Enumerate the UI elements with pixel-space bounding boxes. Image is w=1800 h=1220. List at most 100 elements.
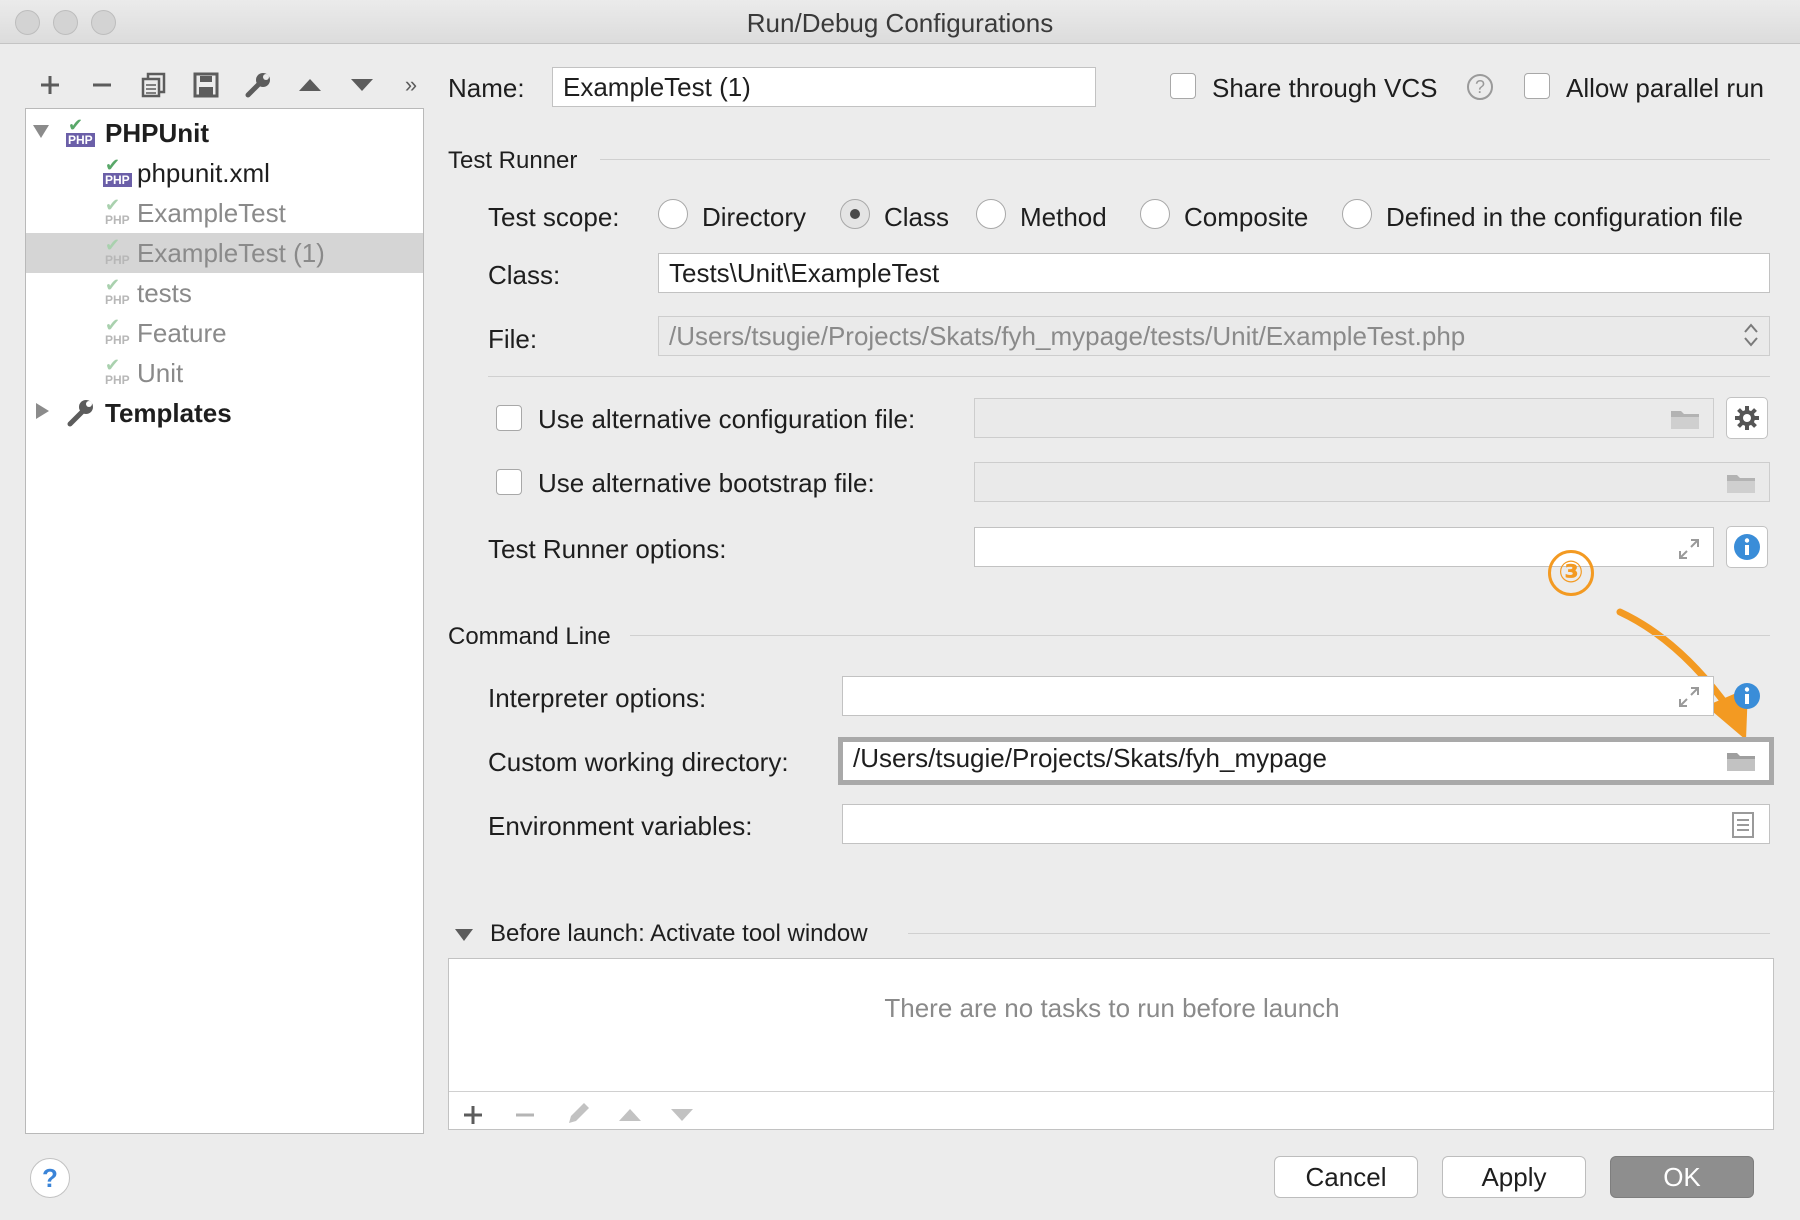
scope-composite-radio[interactable] [1140, 199, 1170, 229]
class-input[interactable]: Tests\Unit\ExampleTest [658, 253, 1770, 293]
alt-config-checkbox[interactable] [496, 405, 522, 431]
alt-bootstrap-input[interactable] [974, 462, 1770, 502]
before-launch-tasks-list[interactable]: There are no tasks to run before launch [448, 958, 1775, 1132]
working-directory-label: Custom working directory: [488, 747, 789, 777]
configuration-tree[interactable]: ✔ PHP PHPUnit ✔ PHP phpunit.xml ✔ PHP Examp… [25, 108, 424, 1134]
before-launch-title: Before launch: Activate tool window [490, 920, 868, 947]
name-label: Name: [448, 73, 525, 103]
php-config-icon: ✔ PHP [105, 275, 130, 307]
scope-directory-label: Directory [702, 202, 807, 232]
arrow-down-icon[interactable] [345, 68, 379, 102]
add-task-icon[interactable] [461, 1103, 485, 1132]
empty-tasks-text: There are no tasks to run before launch [884, 993, 1340, 1023]
tree-item-label: phpunit.xml [137, 158, 270, 188]
cancel-button[interactable]: Cancel [1274, 1156, 1418, 1198]
test-scope-label: Test scope: [488, 202, 620, 232]
plus-icon[interactable] [33, 68, 67, 102]
expand-icon[interactable] [1674, 534, 1704, 564]
chevron-down-icon[interactable] [33, 125, 49, 138]
section-divider [600, 159, 1770, 160]
tree-item-templates[interactable]: Templates [26, 393, 423, 433]
php-config-icon: ✔ PHP [103, 155, 132, 187]
section-divider [908, 933, 1770, 934]
php-config-icon: ✔ PHP [105, 195, 130, 227]
scope-method-label: Method [1020, 202, 1107, 232]
runner-options-label: Test Runner options: [488, 534, 727, 564]
annotation-arrow-icon [1616, 608, 1748, 740]
tree-item-label: ExampleTest (1) [137, 238, 325, 268]
tree-item-unit[interactable]: ✔ PHP Unit [26, 353, 423, 393]
tree-item-label: PHPUnit [105, 118, 209, 148]
chevron-right-icon[interactable] [36, 403, 49, 419]
list-icon[interactable] [1728, 810, 1758, 840]
php-config-icon: ✔ PHP [105, 315, 130, 347]
wrench-icon[interactable] [241, 68, 275, 102]
scope-config-file-radio[interactable] [1342, 199, 1372, 229]
scope-class-radio[interactable] [840, 199, 870, 229]
divider [488, 376, 1770, 377]
folder-icon[interactable] [1726, 468, 1756, 498]
edit-task-icon[interactable] [565, 1099, 593, 1132]
folder-icon[interactable] [1726, 746, 1756, 776]
move-task-down-icon[interactable] [669, 1105, 695, 1130]
title-bar: Run/Debug Configurations [0, 0, 1800, 44]
alt-bootstrap-label: Use alternative bootstrap file: [538, 468, 875, 498]
interpreter-options-input[interactable] [842, 676, 1714, 716]
chevron-down-icon[interactable] [455, 929, 473, 941]
scope-composite-label: Composite [1184, 202, 1309, 232]
alt-config-label: Use alternative configuration file: [538, 404, 916, 434]
wrench-icon [66, 397, 98, 429]
file-label: File: [488, 324, 538, 354]
apply-button[interactable]: Apply [1442, 1156, 1586, 1198]
more-icon[interactable]: » [394, 68, 428, 102]
info-icon[interactable] [1733, 682, 1761, 710]
runner-options-info-button[interactable] [1726, 526, 1768, 568]
divider [449, 1091, 1775, 1092]
scope-class-label: Class [884, 202, 950, 232]
scope-directory-radio[interactable] [658, 199, 688, 229]
parallel-run-label: Allow parallel run [1566, 73, 1764, 103]
tree-item-feature[interactable]: ✔ PHP Feature [26, 313, 423, 353]
alt-config-input[interactable] [974, 398, 1714, 438]
name-input[interactable]: ExampleTest (1) [552, 67, 1096, 107]
command-line-section-title: Command Line [448, 623, 611, 650]
help-icon[interactable]: ? [1467, 74, 1493, 100]
php-config-icon: ✔ PHP [105, 235, 130, 267]
scope-method-radio[interactable] [976, 199, 1006, 229]
environment-variables-label: Environment variables: [488, 811, 753, 841]
ok-button[interactable]: OK [1610, 1156, 1754, 1198]
tree-item-label: Templates [105, 398, 232, 428]
settings-button[interactable] [1726, 397, 1768, 439]
working-directory-input[interactable]: /Users/tsugie/Projects/Skats/fyh_mypage [838, 737, 1774, 785]
tree-item-label: tests [137, 278, 192, 308]
tree-item-label: ExampleTest [137, 198, 286, 228]
expand-icon[interactable] [1674, 682, 1704, 712]
alt-bootstrap-checkbox[interactable] [496, 469, 522, 495]
tree-item-tests[interactable]: ✔ PHP tests [26, 273, 423, 313]
copy-icon[interactable] [137, 68, 171, 102]
environment-variables-input[interactable] [842, 804, 1770, 844]
section-divider [630, 635, 1770, 636]
tree-item-phpunit-xml[interactable]: ✔ PHP phpunit.xml [26, 153, 423, 193]
file-input[interactable]: /Users/tsugie/Projects/Skats/fyh_mypage/… [658, 316, 1770, 356]
help-button[interactable]: ? [30, 1158, 70, 1198]
save-icon[interactable] [189, 68, 223, 102]
move-task-up-icon[interactable] [617, 1105, 643, 1130]
tree-item-phpunit[interactable]: ✔ PHP PHPUnit [26, 113, 423, 153]
minus-icon[interactable] [85, 68, 119, 102]
php-config-icon: ✔ PHP [105, 355, 130, 387]
arrow-up-icon[interactable] [293, 68, 327, 102]
share-vcs-label: Share through VCS [1212, 73, 1438, 103]
share-vcs-checkbox[interactable] [1170, 73, 1196, 99]
stepper-icon[interactable] [1736, 320, 1766, 350]
tree-item-label: Unit [137, 358, 184, 388]
php-config-icon: ✔ PHP [66, 115, 95, 147]
parallel-run-checkbox[interactable] [1524, 73, 1550, 99]
tree-item-label: Feature [137, 318, 227, 348]
tree-item-exampletest-1[interactable]: ✔ PHP ExampleTest (1) [26, 233, 423, 273]
class-label: Class: [488, 260, 561, 290]
folder-icon[interactable] [1670, 404, 1700, 434]
tree-item-exampletest[interactable]: ✔ PHP ExampleTest [26, 193, 423, 233]
remove-task-icon[interactable] [513, 1103, 537, 1132]
runner-options-input[interactable] [974, 527, 1714, 567]
